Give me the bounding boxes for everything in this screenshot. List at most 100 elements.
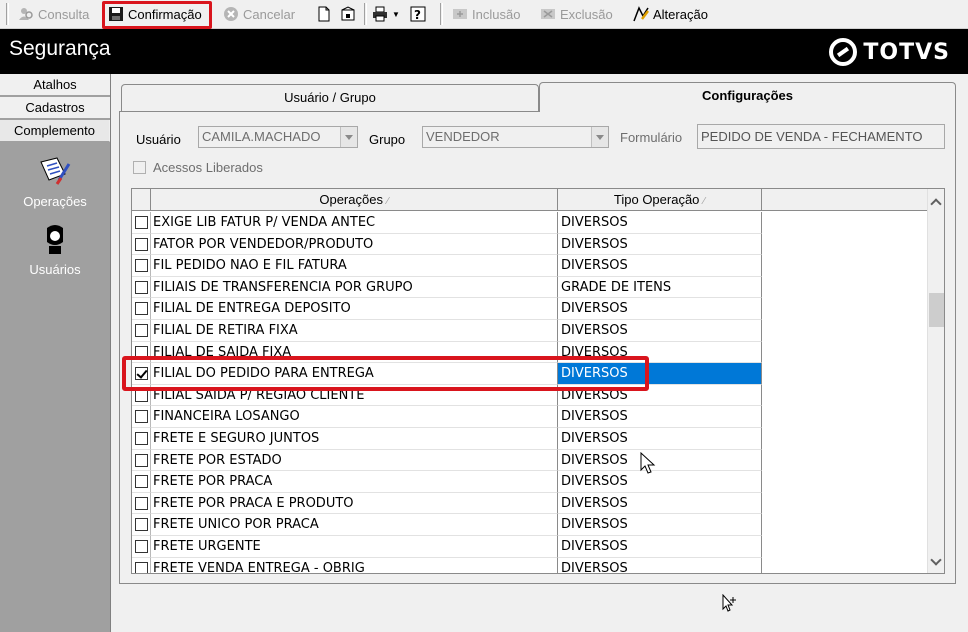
scroll-up-icon[interactable] xyxy=(928,195,944,212)
table-row[interactable]: FILIAIS DE TRANSFERENCIA POR GRUPO GRADE … xyxy=(132,276,762,299)
grupo-value: VENDEDOR xyxy=(426,129,500,144)
scroll-down-icon[interactable] xyxy=(928,554,944,571)
brand-logo: TOTVS xyxy=(829,38,950,66)
tab-usuario-grupo[interactable]: Usuário / Grupo xyxy=(121,84,539,111)
scroll-thumb[interactable] xyxy=(929,293,944,327)
chevron-down-icon[interactable] xyxy=(591,127,608,147)
table-row[interactable]: FILIAL DE RETIRA FIXA DIVERSOS xyxy=(132,320,762,342)
alteracao-label: Alteração xyxy=(653,6,708,22)
sidebar-tab-complemento[interactable]: Complemento xyxy=(0,120,110,142)
row-checkbox-cell xyxy=(132,298,151,320)
operacao-cell[interactable]: FINANCEIRA LOSANGO xyxy=(151,406,558,428)
operacao-cell[interactable]: FATOR POR VENDEDOR/PRODUTO xyxy=(151,233,558,256)
operations-icon xyxy=(37,154,73,190)
acessos-liberados-checkbox[interactable] xyxy=(133,161,146,174)
select-all-header[interactable] xyxy=(132,189,151,211)
tipo-operacao-cell[interactable]: DIVERSOS xyxy=(558,320,762,342)
table-row[interactable]: FINANCEIRA LOSANGO DIVERSOS xyxy=(132,406,762,428)
operacao-cell[interactable]: FRETE POR PRACA xyxy=(151,471,558,493)
vertical-scrollbar[interactable] xyxy=(927,189,944,573)
operacao-cell[interactable]: FRETE POR PRACA E PRODUTO xyxy=(151,492,558,515)
formulario-field[interactable]: PEDIDO DE VENDA - FECHAMENTO xyxy=(697,124,945,149)
usuario-select[interactable]: CAMILA.MACHADO xyxy=(198,126,358,148)
row-checkbox[interactable] xyxy=(135,237,148,251)
exclusao-button[interactable]: Exclusão xyxy=(540,3,613,25)
operacao-cell[interactable]: FRETE URGENTE xyxy=(151,536,558,558)
row-checkbox[interactable] xyxy=(135,540,148,553)
row-checkbox[interactable] xyxy=(135,302,148,316)
cancelar-button[interactable]: Cancelar xyxy=(223,3,295,25)
row-checkbox-cell xyxy=(132,492,151,515)
column-header-operacoes-label: Operações xyxy=(319,192,383,207)
operacao-cell[interactable]: FRETE POR ESTADO xyxy=(151,449,558,472)
formulario-label: Formulário xyxy=(620,130,683,145)
tipo-operacao-cell[interactable]: DIVERSOS xyxy=(558,536,762,558)
table-row[interactable]: FRETE E SEGURO JUNTOS DIVERSOS xyxy=(132,428,762,450)
sidebar-item-operacoes[interactable]: Operações xyxy=(0,154,110,209)
table-row[interactable]: FIL PEDIDO NAO E FIL FATURA DIVERSOS xyxy=(132,255,762,277)
tipo-operacao-cell[interactable]: GRADE DE ITENS xyxy=(558,276,762,299)
column-header-tipo-operacao[interactable]: Tipo Operação ⁄ xyxy=(558,189,762,211)
tipo-operacao-cell[interactable]: DIVERSOS xyxy=(558,255,762,277)
help-button[interactable]: ? xyxy=(410,3,426,25)
usuario-value: CAMILA.MACHADO xyxy=(202,129,321,144)
tipo-operacao-cell[interactable]: DIVERSOS xyxy=(558,492,762,515)
print-preview-button[interactable] xyxy=(340,3,356,25)
operacao-cell[interactable]: FRETE E SEGURO JUNTOS xyxy=(151,428,558,450)
sidebar-tab-cadastros[interactable]: Cadastros xyxy=(0,97,110,119)
tipo-operacao-cell[interactable]: DIVERSOS xyxy=(558,449,762,472)
row-checkbox[interactable] xyxy=(135,259,148,273)
tipo-operacao-cell[interactable]: DIVERSOS xyxy=(558,514,762,536)
help-icon: ? xyxy=(410,6,426,22)
row-checkbox[interactable] xyxy=(135,496,148,510)
row-checkbox[interactable] xyxy=(135,280,148,294)
sidebar-tab-atalhos[interactable]: Atalhos xyxy=(0,74,110,96)
table-row[interactable]: FRETE UNICO POR PRACA DIVERSOS xyxy=(132,514,762,536)
new-document-button[interactable] xyxy=(316,3,332,25)
sidebar-item-usuarios[interactable]: Usuários xyxy=(0,222,110,277)
chevron-down-icon[interactable] xyxy=(340,127,357,147)
table-row[interactable]: FRETE POR ESTADO DIVERSOS xyxy=(132,449,762,472)
operacao-cell[interactable]: FILIAL DE RETIRA FIXA xyxy=(151,320,558,342)
tipo-operacao-cell[interactable]: DIVERSOS xyxy=(558,557,762,573)
table-row[interactable]: FRETE POR PRACA DIVERSOS xyxy=(132,471,762,493)
row-checkbox[interactable] xyxy=(135,518,148,532)
operacao-cell[interactable]: FRETE VENDA ENTREGA - OBRIG xyxy=(151,557,558,573)
inclusao-button[interactable]: Inclusão xyxy=(452,3,520,25)
table-row[interactable]: FRETE URGENTE DIVERSOS xyxy=(132,536,762,558)
table-row[interactable]: FATOR POR VENDEDOR/PRODUTO DIVERSOS xyxy=(132,233,762,256)
edit-record-icon xyxy=(633,6,649,22)
tipo-operacao-cell[interactable]: DIVERSOS xyxy=(558,406,762,428)
table-row[interactable]: FRETE POR PRACA E PRODUTO DIVERSOS xyxy=(132,492,762,515)
table-row[interactable]: FILIAL DE ENTREGA DEPOSITO DIVERSOS xyxy=(132,298,762,320)
tipo-operacao-cell[interactable]: DIVERSOS xyxy=(558,212,762,234)
consulta-button[interactable]: Consulta xyxy=(18,3,89,25)
row-checkbox[interactable] xyxy=(135,475,148,489)
operacao-cell[interactable]: FIL PEDIDO NAO E FIL FATURA xyxy=(151,255,558,277)
operacao-cell[interactable]: FILIAL DE ENTREGA DEPOSITO xyxy=(151,298,558,320)
operacao-cell[interactable]: FILIAIS DE TRANSFERENCIA POR GRUPO xyxy=(151,276,558,299)
row-checkbox[interactable] xyxy=(135,561,148,573)
table-row[interactable]: EXIGE LIB FATUR P/ VENDA ANTEC DIVERSOS xyxy=(132,212,762,234)
tipo-operacao-cell[interactable]: DIVERSOS xyxy=(558,233,762,256)
row-checkbox[interactable] xyxy=(135,432,148,445)
alteracao-button[interactable]: Alteração xyxy=(633,3,708,25)
grid-header: Operações ⁄ Tipo Operação ⁄ xyxy=(132,189,944,211)
row-checkbox[interactable] xyxy=(135,216,148,229)
cancelar-label: Cancelar xyxy=(243,6,296,22)
row-checkbox[interactable] xyxy=(135,453,148,467)
tipo-operacao-cell[interactable]: DIVERSOS xyxy=(558,471,762,493)
tipo-operacao-cell[interactable]: DIVERSOS xyxy=(558,298,762,320)
new-document-icon xyxy=(316,6,332,22)
column-header-operacoes[interactable]: Operações ⁄ xyxy=(151,189,558,211)
row-checkbox[interactable] xyxy=(135,410,148,424)
operacao-cell[interactable]: FRETE UNICO POR PRACA xyxy=(151,514,558,536)
consulta-label: Consulta xyxy=(38,6,90,22)
tab-configuracoes[interactable]: Configurações xyxy=(539,82,956,112)
table-row[interactable]: FRETE VENDA ENTREGA - OBRIG DIVERSOS xyxy=(132,557,762,573)
tipo-operacao-cell[interactable]: DIVERSOS xyxy=(558,428,762,450)
row-checkbox[interactable] xyxy=(135,324,148,337)
operacao-cell[interactable]: EXIGE LIB FATUR P/ VENDA ANTEC xyxy=(151,212,558,234)
grupo-select[interactable]: VENDEDOR xyxy=(422,126,609,148)
print-button[interactable]: ▼ xyxy=(372,3,400,25)
